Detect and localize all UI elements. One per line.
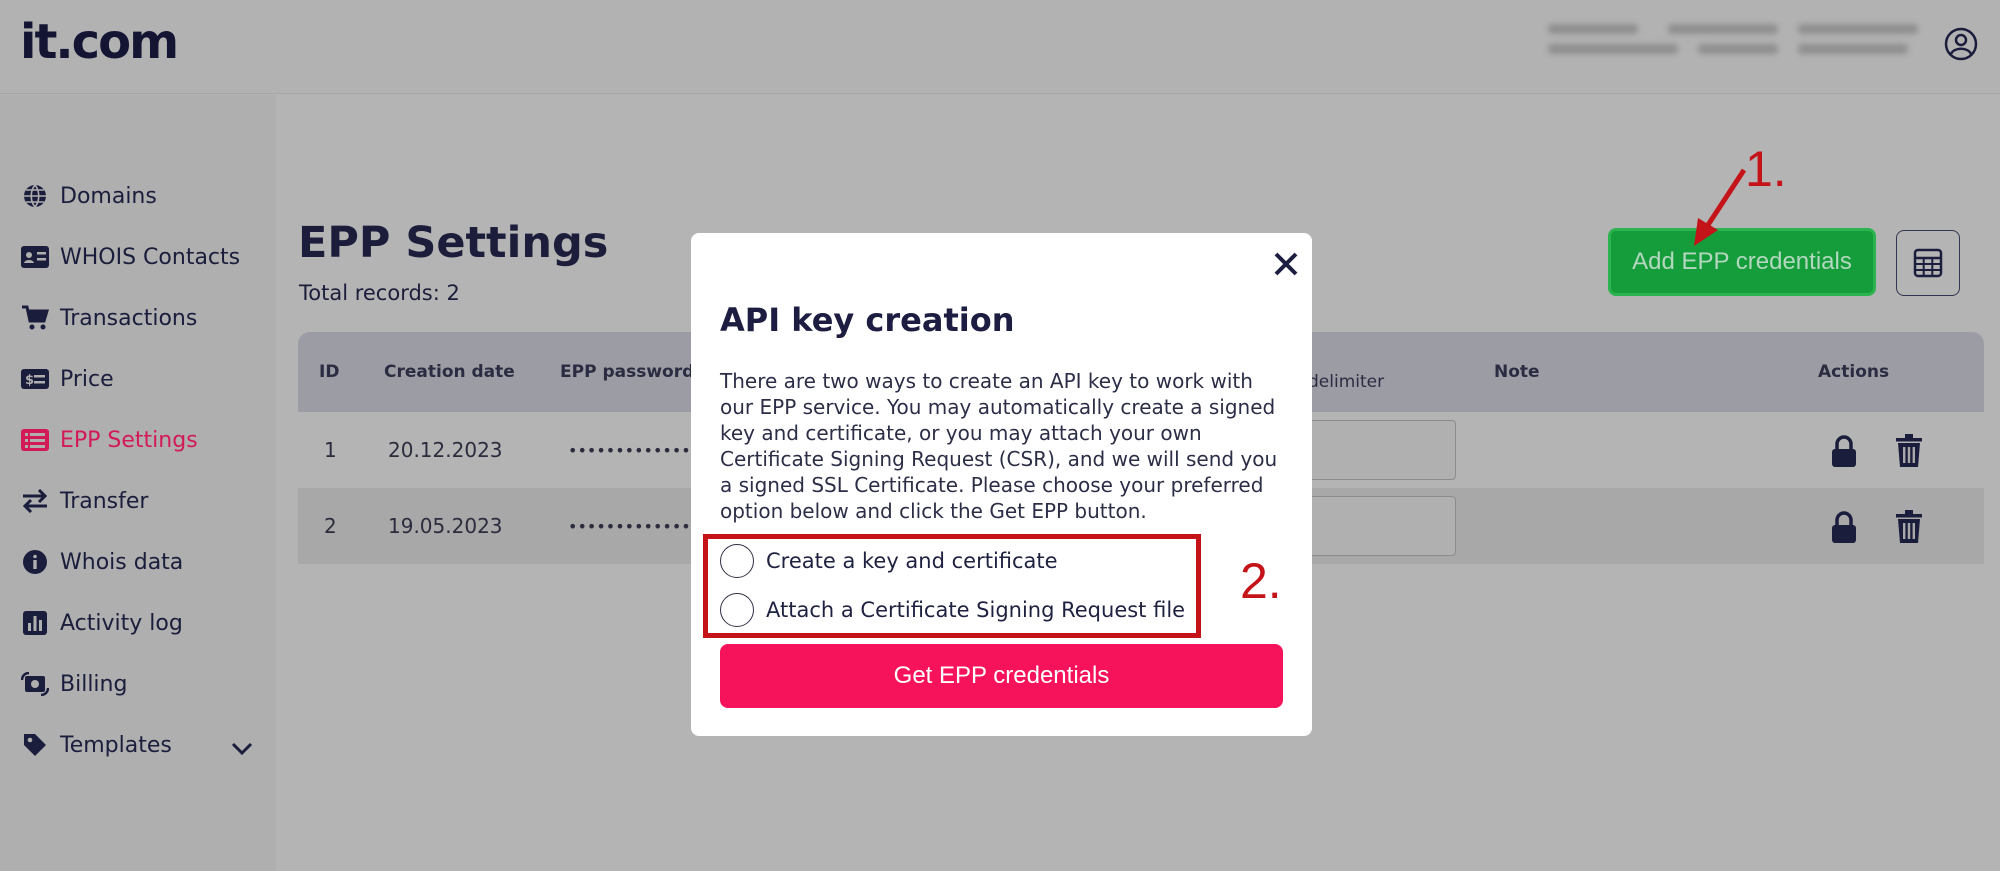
- blurred-account-info: [1548, 20, 1918, 64]
- sidebar-item-whois-data[interactable]: Whois data: [20, 542, 183, 582]
- sidebar-item-domains[interactable]: Domains: [20, 176, 157, 216]
- bar-chart-icon: [20, 608, 50, 638]
- sidebar-item-label: Transactions: [60, 305, 198, 331]
- sidebar-item-epp-settings[interactable]: EPP Settings: [20, 420, 198, 460]
- sidebar-item-billing[interactable]: Billing: [20, 664, 127, 704]
- annotation-step-2: 2.: [1240, 553, 1282, 609]
- svg-text:$: $: [25, 373, 34, 388]
- cell-epp-password: •••••••••••••••: [568, 440, 710, 460]
- sidebar-item-transactions[interactable]: Transactions: [20, 298, 197, 338]
- sidebar-item-label: Templates: [60, 732, 172, 758]
- lock-icon[interactable]: [1829, 434, 1859, 468]
- sidebar-item-label: Domains: [60, 183, 157, 209]
- info-icon: [20, 547, 50, 577]
- column-header-delimiter: delimiter: [1308, 372, 1385, 392]
- trash-icon[interactable]: [1895, 510, 1925, 544]
- calculator-icon[interactable]: [1896, 230, 1960, 296]
- chevron-down-icon[interactable]: [228, 734, 256, 762]
- trash-icon[interactable]: [1895, 434, 1925, 468]
- cell-id: 1: [324, 438, 337, 462]
- get-epp-credentials-button[interactable]: Get EPP credentials: [720, 644, 1283, 708]
- cell-creation-date: 20.12.2023: [388, 438, 503, 462]
- modal-description: There are two ways to create an API key …: [720, 369, 1278, 523]
- page-title: EPP Settings: [298, 218, 609, 268]
- column-header-actions: Actions: [1818, 362, 1890, 382]
- sidebar-item-label: Whois data: [60, 549, 184, 575]
- sidebar-item-activity-log[interactable]: Activity log: [20, 603, 183, 643]
- sidebar-item-templates[interactable]: Templates: [20, 725, 172, 765]
- list-icon: [20, 425, 50, 455]
- cell-creation-date: 19.05.2023: [388, 514, 503, 538]
- close-icon[interactable]: [1269, 247, 1303, 281]
- tag-icon: [20, 730, 50, 760]
- cell-id: 2: [324, 514, 337, 538]
- site-logo[interactable]: it.com: [20, 14, 179, 70]
- sidebar-item-whois-contacts[interactable]: WHOIS Contacts: [20, 237, 240, 277]
- column-header-creation-date: Creation date: [384, 362, 515, 382]
- user-account-icon[interactable]: [1943, 26, 1979, 62]
- sidebar-item-label: Billing: [60, 671, 128, 697]
- total-records: Total records: 2: [299, 281, 460, 305]
- sidebar-item-label: WHOIS Contacts: [60, 244, 241, 270]
- delimiter-input[interactable]: [1304, 496, 1456, 556]
- cell-epp-password: •••••••••••••••: [568, 516, 710, 536]
- transfer-arrows-icon: [20, 486, 50, 516]
- annotation-highlight-box: [703, 534, 1201, 638]
- billing-icon: [20, 669, 50, 699]
- sidebar-item-label: Activity log: [60, 610, 183, 636]
- annotation-arrow: [1694, 168, 1747, 246]
- lock-icon[interactable]: [1829, 510, 1859, 544]
- globe-icon: [20, 181, 50, 211]
- price-tag-icon: $: [20, 364, 50, 394]
- modal-title: API key creation: [720, 301, 1015, 339]
- id-card-icon: [20, 242, 50, 272]
- column-header-note: Note: [1494, 362, 1540, 382]
- sidebar-item-label: Transfer: [60, 488, 149, 514]
- sidebar-item-label: EPP Settings: [60, 427, 198, 453]
- column-header-id: ID: [319, 362, 340, 382]
- api-key-creation-modal: API key creation There are two ways to c…: [691, 233, 1312, 736]
- delimiter-input[interactable]: [1304, 420, 1456, 480]
- top-header: it.com: [0, 0, 2000, 94]
- sidebar-item-price[interactable]: $ Price: [20, 359, 114, 399]
- sidebar-item-transfer[interactable]: Transfer: [20, 481, 148, 521]
- cart-icon: [20, 303, 50, 333]
- sidebar-item-label: Price: [60, 366, 114, 392]
